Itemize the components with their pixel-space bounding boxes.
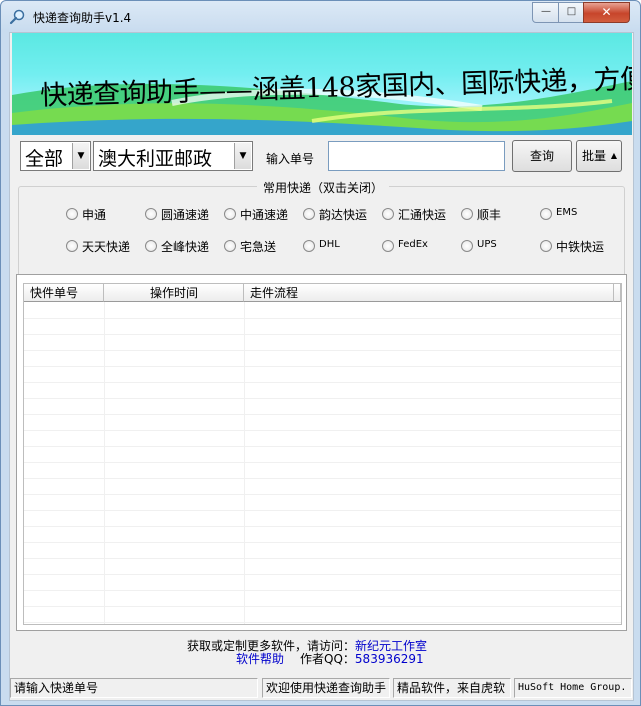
- radio-label: DHL: [319, 239, 340, 250]
- table-row-line: [24, 622, 621, 623]
- radio-label: 申通: [82, 208, 107, 222]
- radio-label: 中铁快运: [556, 240, 605, 254]
- table-row-line: [24, 542, 621, 543]
- radio-label: 全峰快递: [161, 240, 210, 254]
- magnifier-app-icon: [9, 9, 25, 25]
- maximize-button[interactable]: □: [558, 2, 585, 23]
- batch-button[interactable]: 批量 ▲: [576, 140, 622, 172]
- company-select-value: 澳大利亚邮政: [98, 148, 213, 170]
- radio-button[interactable]: [224, 208, 236, 220]
- table-row-line: [24, 462, 621, 463]
- client-area: 快递查询助手——涵盖148家国内、国际快递，方便快捷查快递！ 全部 ▼ 澳大利亚…: [9, 32, 634, 701]
- radio-label: 汇通快运: [398, 208, 447, 222]
- footer-help-line: 软件帮助 作者QQ：583936291: [236, 650, 424, 667]
- table-row-line: [24, 606, 621, 607]
- radio-button[interactable]: [461, 240, 473, 252]
- table-row-line: [24, 318, 621, 319]
- radio-label: 宅急送: [240, 240, 277, 254]
- status-slogan: 精品软件，来自虎软: [393, 678, 511, 698]
- tracking-number-input[interactable]: [328, 141, 505, 171]
- radio-button[interactable]: [382, 208, 394, 220]
- app-window: 快递查询助手v1.4 — □ ✕ 快递查询助手——涵盖148家国内、国际快递，方…: [0, 0, 641, 706]
- query-button[interactable]: 查询: [512, 140, 572, 172]
- table-row-line: [24, 382, 621, 383]
- radio-label: 圆通速递: [161, 208, 210, 222]
- radio-label: 顺丰: [477, 208, 502, 222]
- table-row-line: [24, 446, 621, 447]
- radio-button[interactable]: [382, 240, 394, 252]
- company-select[interactable]: 澳大利亚邮政 ▼: [93, 141, 253, 171]
- radio-button[interactable]: [224, 240, 236, 252]
- status-brand: HuSoft Home Group.: [514, 678, 632, 698]
- table-row-line: [24, 510, 621, 511]
- radio-label: FedEx: [398, 239, 428, 250]
- help-link[interactable]: 软件帮助: [236, 652, 284, 666]
- batch-button-label: 批量: [581, 149, 606, 163]
- table-row-line: [24, 478, 621, 479]
- table-row-line: [24, 414, 621, 415]
- table-row-line: [24, 590, 621, 591]
- column-header-time[interactable]: 操作时间: [104, 284, 244, 302]
- chevron-down-icon[interactable]: ▼: [72, 143, 89, 169]
- chevron-down-icon[interactable]: ▼: [234, 143, 251, 169]
- table-row-line: [24, 558, 621, 559]
- radio-button[interactable]: [461, 208, 473, 220]
- radio-label: 天天快递: [82, 240, 131, 254]
- results-table[interactable]: 快件单号 操作时间 走件流程: [23, 283, 622, 625]
- radio-button[interactable]: [303, 208, 315, 220]
- triangle-down-icon: ▲: [610, 151, 617, 160]
- tracking-number-label: 输入单号: [266, 152, 315, 166]
- table-row-line: [24, 366, 621, 367]
- results-panel: 快件单号 操作时间 走件流程: [16, 274, 627, 631]
- status-hint: 请输入快递单号: [10, 678, 258, 698]
- table-row-line: [24, 334, 621, 335]
- radio-button[interactable]: [66, 240, 78, 252]
- author-qq[interactable]: 583936291: [355, 652, 424, 666]
- status-welcome: 欢迎使用快递查询助手: [262, 678, 390, 698]
- radio-button[interactable]: [145, 240, 157, 252]
- radio-button[interactable]: [540, 240, 552, 252]
- table-row-line: [24, 574, 621, 575]
- table-row-line: [24, 430, 621, 431]
- author-label: 作者QQ：: [300, 652, 355, 666]
- status-bar: 请输入快递单号 欢迎使用快递查询助手 精品软件，来自虎软 HuSoft Home…: [10, 676, 633, 700]
- column-header-process[interactable]: 走件流程: [244, 284, 614, 302]
- radio-label: 中通速递: [240, 208, 289, 222]
- table-row-line: [24, 494, 621, 495]
- radio-label: 韵达快运: [319, 208, 368, 222]
- category-select[interactable]: 全部 ▼: [20, 141, 91, 171]
- title-bar[interactable]: 快递查询助手v1.4 — □ ✕: [1, 1, 640, 33]
- column-header-tracking-no[interactable]: 快件单号: [24, 284, 104, 302]
- common-couriers-title[interactable]: 常用快递（双击关闭）: [257, 179, 390, 196]
- banner: 快递查询助手——涵盖148家国内、国际快递，方便快捷查快递！: [12, 33, 632, 135]
- radio-button[interactable]: [303, 240, 315, 252]
- window-title: 快递查询助手v1.4: [33, 11, 132, 25]
- radio-label: EMS: [556, 207, 578, 218]
- table-row-line: [24, 526, 621, 527]
- minimize-button[interactable]: —: [532, 2, 560, 23]
- radio-label: UPS: [477, 239, 497, 250]
- column-header-filler: [614, 284, 621, 302]
- common-couriers-group[interactable]: 常用快递（双击关闭） 申通 圆通速递 中通速递 韵达快运 汇通快运 顺丰 EMS…: [18, 179, 625, 280]
- radio-button[interactable]: [540, 208, 552, 220]
- radio-button[interactable]: [66, 208, 78, 220]
- category-select-value: 全部: [25, 148, 64, 170]
- radio-button[interactable]: [145, 208, 157, 220]
- table-row-line: [24, 350, 621, 351]
- table-row-line: [24, 398, 621, 399]
- close-button[interactable]: ✕: [583, 2, 630, 23]
